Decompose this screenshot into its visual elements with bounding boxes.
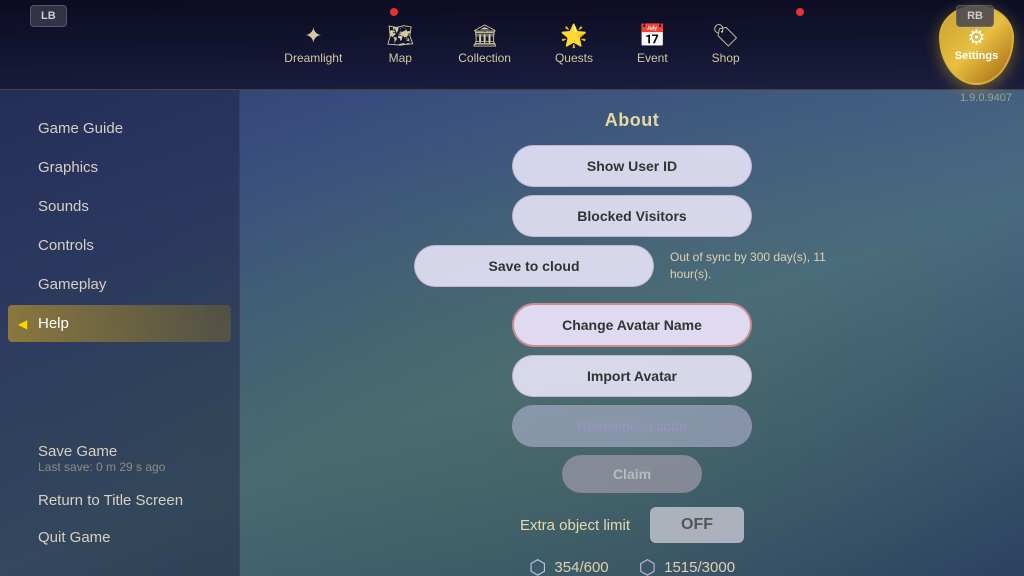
save-game-subtitle: Last save: 0 m 29 s ago xyxy=(38,460,201,474)
content-area: About Show User ID Blocked Visitors Save… xyxy=(240,90,1024,576)
nav-item-event[interactable]: 📅 Event xyxy=(615,17,690,73)
nav-label-event: Event xyxy=(637,51,668,65)
sidebar-item-controls[interactable]: Controls xyxy=(8,227,231,264)
version-text: 1.9.0.9407 xyxy=(960,92,1012,104)
save-cloud-row: Save to cloud Out of sync by 300 day(s),… xyxy=(280,245,984,287)
quests-icon: 🌟 xyxy=(560,25,587,47)
save-game-title: Save Game xyxy=(38,443,201,460)
sync-warning-text: Out of sync by 300 day(s), 11 hour(s). xyxy=(670,249,850,283)
sidebar-return-title-screen[interactable]: Return to Title Screen xyxy=(8,482,231,519)
nav-items-container: ✦ Dreamlight 🗺 Map 🏛 Collection 🌟 Quests… xyxy=(0,17,1024,73)
cube-icon-2: ⬡ xyxy=(639,555,656,576)
lb-button[interactable]: LB xyxy=(30,5,67,27)
settings-label: Settings xyxy=(955,50,998,62)
count-value-2: 1515/3000 xyxy=(664,559,735,576)
extra-object-label: Extra object limit xyxy=(520,517,630,534)
sidebar-item-help[interactable]: Help xyxy=(8,305,231,342)
nav-label-collection: Collection xyxy=(458,51,511,65)
sidebar-item-game-guide[interactable]: Game Guide xyxy=(8,110,231,147)
nav-notification-dot-2 xyxy=(796,8,804,16)
redemption-code-input[interactable]: Redemption code xyxy=(512,405,752,447)
claim-button[interactable]: Claim xyxy=(562,455,702,493)
object-counts-row: ⬡ 354/600 ⬡ 1515/3000 xyxy=(529,555,735,576)
show-user-id-button[interactable]: Show User ID xyxy=(512,145,752,187)
extra-object-row: Extra object limit OFF xyxy=(520,507,744,543)
top-nav: LB ✦ Dreamlight 🗺 Map 🏛 Collection 🌟 Que… xyxy=(0,0,1024,90)
about-title: About xyxy=(605,110,659,131)
nav-label-quests: Quests xyxy=(555,51,593,65)
sidebar-item-sounds[interactable]: Sounds xyxy=(8,188,231,225)
sidebar-item-gameplay[interactable]: Gameplay xyxy=(8,266,231,303)
save-to-cloud-button[interactable]: Save to cloud xyxy=(414,245,654,287)
main-layout: Game Guide Graphics Sounds Controls Game… xyxy=(0,90,1024,576)
nav-item-quests[interactable]: 🌟 Quests xyxy=(533,17,615,73)
cube-icon-1: ⬡ xyxy=(529,555,546,576)
nav-item-map[interactable]: 🗺 Map xyxy=(364,17,436,73)
nav-notification-dot-1 xyxy=(390,8,398,16)
count-value-1: 354/600 xyxy=(554,559,608,576)
sidebar-item-graphics[interactable]: Graphics xyxy=(8,149,231,186)
sidebar-bottom: Save Game Last save: 0 m 29 s ago Return… xyxy=(0,435,239,556)
settings-icon: ⚙ xyxy=(968,28,986,48)
change-avatar-name-button[interactable]: Change Avatar Name xyxy=(512,303,752,347)
nav-item-dreamlight[interactable]: ✦ Dreamlight xyxy=(262,17,364,73)
collection-icon: 🏛 xyxy=(471,25,499,47)
sidebar-quit-game[interactable]: Quit Game xyxy=(8,519,231,556)
nav-label-shop: Shop xyxy=(712,51,740,65)
dreamlight-icon: ✦ xyxy=(304,25,322,47)
nav-item-collection[interactable]: 🏛 Collection xyxy=(436,17,533,73)
blocked-visitors-button[interactable]: Blocked Visitors xyxy=(512,195,752,237)
extra-object-toggle[interactable]: OFF xyxy=(650,507,744,543)
count-item-1: ⬡ 354/600 xyxy=(529,555,609,576)
shop-icon: 🏷 xyxy=(712,25,740,47)
event-icon: 📅 xyxy=(639,25,666,47)
nav-label-map: Map xyxy=(389,51,412,65)
nav-label-dreamlight: Dreamlight xyxy=(284,51,342,65)
map-icon: 🗺 xyxy=(386,25,414,47)
import-avatar-button[interactable]: Import Avatar xyxy=(512,355,752,397)
sidebar-save-game[interactable]: Save Game Last save: 0 m 29 s ago xyxy=(8,435,231,482)
count-item-2: ⬡ 1515/3000 xyxy=(639,555,735,576)
nav-item-shop[interactable]: 🏷 Shop xyxy=(690,17,762,73)
rb-button[interactable]: RB xyxy=(956,5,994,27)
sidebar: Game Guide Graphics Sounds Controls Game… xyxy=(0,90,240,576)
